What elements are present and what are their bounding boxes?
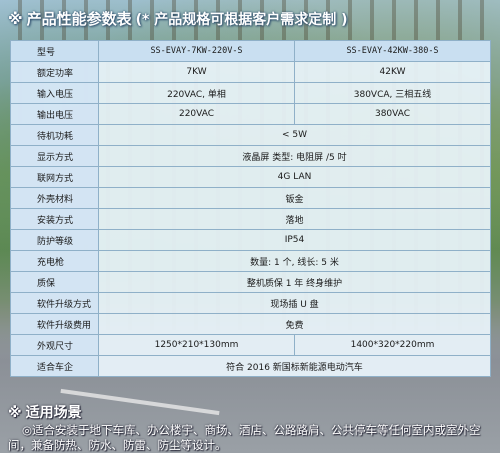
row-label: 外观尺寸 xyxy=(10,334,99,356)
table-row-protection: 防护等级 IP54 xyxy=(10,229,491,251)
cell-value-b: 1400*320*220mm xyxy=(294,334,491,356)
cell-value-a: 220VAC xyxy=(98,103,295,125)
usage-description: ◎适合安装于地下车库、办公楼宇、商场、酒店、公路路肩、公共停车等任何室内或室外空… xyxy=(8,423,481,452)
cell-model-a: SS-EVAY-7KW-220V-S xyxy=(98,40,295,62)
cell-value-a: 1250*210*130mm xyxy=(98,334,295,356)
row-label: 适合车企 xyxy=(10,355,99,377)
cell-value: 落地 xyxy=(98,208,491,230)
cell-value: 钣金 xyxy=(98,187,491,209)
cell-value-b: 380VAC xyxy=(294,103,491,125)
cell-value: 液晶屏 类型: 电阻屏 /5 吋 xyxy=(98,145,491,167)
cell-value: 4G LAN xyxy=(98,166,491,188)
cell-value: < 5W xyxy=(98,124,491,146)
page-heading: ※ 产品性能参数表 (* 产品规格可根据客户需求定制 ) xyxy=(8,8,347,29)
table-row-display: 显示方式 液晶屏 类型: 电阻屏 /5 吋 xyxy=(10,145,491,167)
table-row-input-voltage: 输入电压 220VAC, 单相 380VCA, 三相五线 xyxy=(10,82,491,104)
cell-value: 整机质保 1 年 终身维护 xyxy=(98,271,491,293)
row-label: 充电枪 xyxy=(10,250,99,272)
table-row-dimensions: 外观尺寸 1250*210*130mm 1400*320*220mm xyxy=(10,334,491,356)
table-row-model: 型号 SS-EVAY-7KW-220V-S SS-EVAY-42KW-380-S xyxy=(10,40,491,62)
cell-model-b: SS-EVAY-42KW-380-S xyxy=(294,40,491,62)
cell-value: 符合 2016 新国标新能源电动汽车 xyxy=(98,355,491,377)
table-row-upgrade-method: 软件升级方式 现场插 U 盘 xyxy=(10,292,491,314)
cell-value-b: 42KW xyxy=(294,61,491,83)
row-label: 质保 xyxy=(10,271,99,293)
cell-value-a: 7KW xyxy=(98,61,295,83)
table-row-warranty: 质保 整机质保 1 年 终身维护 xyxy=(10,271,491,293)
table-row-charging-gun: 充电枪 数量: 1 个, 线长: 5 米 xyxy=(10,250,491,272)
row-label: 软件升级方式 xyxy=(10,292,99,314)
row-label: 软件升级费用 xyxy=(10,313,99,335)
usage-heading: ※ 适用场景 xyxy=(8,402,496,422)
row-label: 安装方式 xyxy=(10,208,99,230)
row-label: 型号 xyxy=(10,40,99,62)
table-row-network: 联网方式 4G LAN xyxy=(10,166,491,188)
table-row-rated-power: 额定功率 7KW 42KW xyxy=(10,61,491,83)
table-row-output-voltage: 输出电压 220VAC 380VAC xyxy=(10,103,491,125)
row-label: 显示方式 xyxy=(10,145,99,167)
page-title: 产品性能参数表 xyxy=(26,10,132,28)
row-label: 外壳材料 xyxy=(10,187,99,209)
table-row-installation: 安装方式 落地 xyxy=(10,208,491,230)
row-label: 额定功率 xyxy=(10,61,99,83)
cell-value: 数量: 1 个, 线长: 5 米 xyxy=(98,250,491,272)
cell-value-b: 380VCA, 三相五线 xyxy=(294,82,491,104)
reference-mark-icon: ※ xyxy=(8,405,22,421)
cell-value-a: 220VAC, 单相 xyxy=(98,82,295,104)
row-label: 待机功耗 xyxy=(10,124,99,146)
cell-value: 免费 xyxy=(98,313,491,335)
usage-title: 适用场景 xyxy=(25,405,82,421)
reference-mark-icon: ※ xyxy=(8,10,23,28)
row-label: 联网方式 xyxy=(10,166,99,188)
table-row-upgrade-cost: 软件升级费用 免费 xyxy=(10,313,491,335)
usage-section: ※ 适用场景 ◎适合安装于地下车库、办公楼宇、商场、酒店、公路路肩、公共停车等任何… xyxy=(8,402,496,453)
page-subtitle-note: (* 产品规格可根据客户需求定制 ) xyxy=(135,12,348,28)
row-label: 输入电压 xyxy=(10,82,99,104)
table-row-shell-material: 外壳材料 钣金 xyxy=(10,187,491,209)
table-row-vehicles: 适合车企 符合 2016 新国标新能源电动汽车 xyxy=(10,355,491,377)
cell-value: IP54 xyxy=(98,229,491,251)
table-row-standby-power: 待机功耗 < 5W xyxy=(10,124,491,146)
row-label: 防护等级 xyxy=(10,229,99,251)
cell-value: 现场插 U 盘 xyxy=(98,292,491,314)
row-label: 输出电压 xyxy=(10,103,99,125)
spec-table: 型号 SS-EVAY-7KW-220V-S SS-EVAY-42KW-380-S… xyxy=(10,40,491,377)
